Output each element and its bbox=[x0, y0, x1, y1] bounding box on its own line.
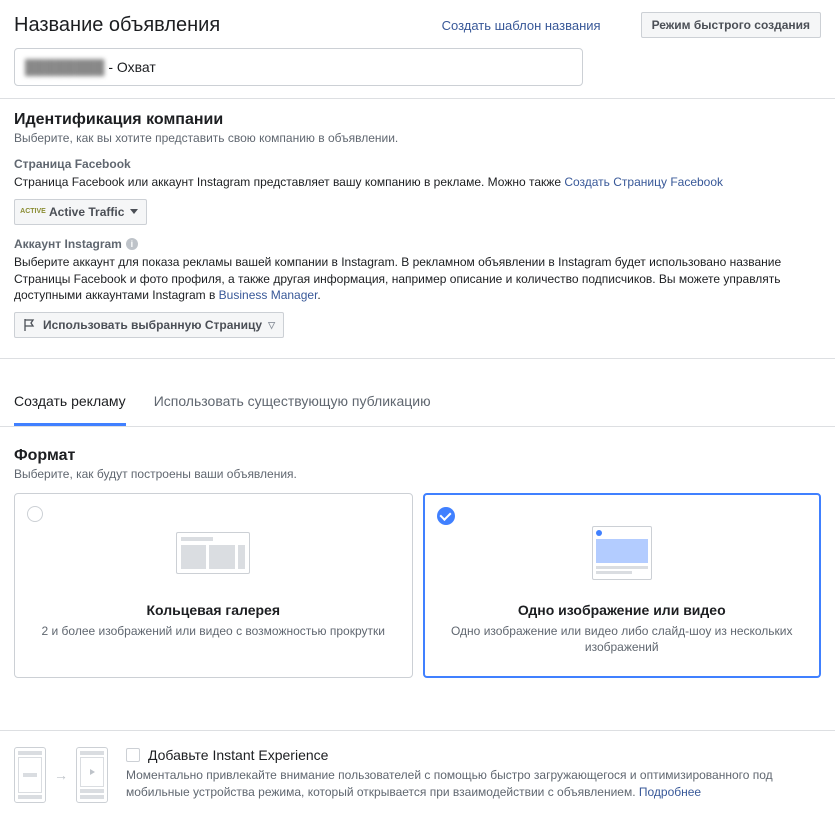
instagram-account-dropdown[interactable]: Использовать выбранную Страницу ▽ bbox=[14, 312, 284, 338]
instant-experience-description: Моментально привлекайте внимание пользов… bbox=[126, 767, 821, 801]
create-name-template-link[interactable]: Создать шаблон названия bbox=[442, 18, 601, 33]
ad-name-input[interactable]: ████████ - Охват bbox=[14, 48, 583, 86]
instant-experience-section: → Добавьте Instant Experience Моментальн… bbox=[0, 730, 835, 819]
format-section: Формат Выберите, как будут построены ваш… bbox=[0, 427, 835, 690]
instant-experience-illustration: → bbox=[14, 747, 108, 803]
carousel-preview-icon bbox=[33, 518, 394, 588]
single-title: Одно изображение или видео bbox=[442, 602, 803, 618]
ad-name-prefix-blurred: ████████ bbox=[25, 59, 104, 75]
ad-tabs: Создать рекламу Использовать существующу… bbox=[0, 379, 835, 427]
format-option-single[interactable]: Одно изображение или видео Одно изображе… bbox=[423, 493, 822, 678]
instant-experience-checkbox[interactable] bbox=[126, 748, 140, 762]
carousel-description: 2 и более изображений или видео с возмож… bbox=[33, 624, 394, 640]
tab-use-existing-post[interactable]: Использовать существующую публикацию bbox=[154, 379, 431, 426]
arrow-right-icon: → bbox=[54, 767, 68, 783]
ad-name-value: - Охват bbox=[108, 59, 155, 75]
chevron-down-icon bbox=[130, 209, 138, 214]
instagram-account-description: Выберите аккаунт для показа рекламы ваше… bbox=[14, 254, 821, 304]
identity-heading: Идентификация компании bbox=[14, 111, 821, 129]
page-title: Название объявления bbox=[14, 14, 220, 37]
business-manager-link[interactable]: Business Manager bbox=[219, 288, 318, 302]
format-description: Выберите, как будут построены ваши объяв… bbox=[14, 467, 821, 481]
facebook-page-dropdown[interactable]: ACTIVE Active Traffic bbox=[14, 199, 147, 225]
instagram-account-label: Аккаунт Instagram i bbox=[14, 237, 821, 251]
quick-creation-mode-button[interactable]: Режим быстрого создания bbox=[641, 12, 821, 38]
tab-create-ad[interactable]: Создать рекламу bbox=[14, 379, 126, 426]
single-description: Одно изображение или видео либо слайд-шо… bbox=[442, 624, 803, 655]
identity-description: Выберите, как вы хотите представить свою… bbox=[14, 131, 821, 145]
facebook-page-description: Страница Facebook или аккаунт Instagram … bbox=[14, 174, 821, 191]
company-identity-section: Идентификация компании Выберите, как вы … bbox=[0, 99, 835, 359]
facebook-page-label: Страница Facebook bbox=[14, 157, 821, 171]
single-preview-icon bbox=[442, 518, 803, 588]
instant-experience-title: Добавьте Instant Experience bbox=[148, 747, 328, 763]
carousel-title: Кольцевая галерея bbox=[33, 602, 394, 618]
info-icon[interactable]: i bbox=[126, 238, 138, 250]
facebook-page-selected: Active Traffic bbox=[49, 205, 124, 219]
instant-experience-more-link[interactable]: Подробнее bbox=[639, 785, 701, 799]
create-facebook-page-link[interactable]: Создать Страницу Facebook bbox=[564, 175, 723, 189]
format-option-carousel[interactable]: Кольцевая галерея 2 и более изображений … bbox=[14, 493, 413, 678]
ad-name-section: Название объявления Создать шаблон назва… bbox=[0, 0, 835, 99]
radio-checked-icon bbox=[437, 507, 455, 525]
flag-icon bbox=[23, 318, 37, 332]
instagram-account-selected: Использовать выбранную Страницу bbox=[43, 318, 262, 332]
page-thumbnail-icon: ACTIVE bbox=[23, 206, 43, 218]
format-heading: Формат bbox=[14, 447, 821, 465]
chevron-down-icon: ▽ bbox=[268, 320, 275, 331]
